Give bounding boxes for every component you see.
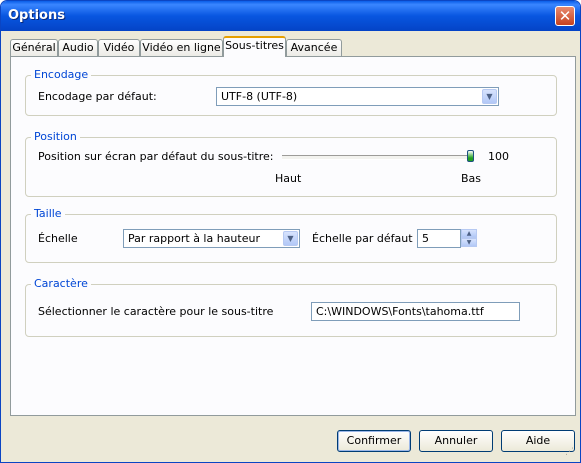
chevron-down-icon[interactable]: ▼: [283, 231, 298, 246]
position-max-label: Bas: [461, 172, 482, 185]
close-button[interactable]: ✕: [555, 6, 575, 26]
encodage-select-value: UTF-8 (UTF-8): [221, 90, 298, 103]
chevron-down-icon[interactable]: ▼: [482, 89, 497, 104]
tab-video-en-ligne[interactable]: Vidéo en ligne: [140, 39, 223, 56]
echelle-defaut-spinner[interactable]: ▲ ▼: [461, 229, 477, 248]
spin-up-icon[interactable]: ▲: [461, 229, 477, 238]
tab-panel-sous-titres: Encodage Encodage par défaut: UTF-8 (UTF…: [10, 56, 576, 416]
echelle-select-value: Par rapport à la hauteur: [128, 232, 260, 245]
confirmer-button[interactable]: Confirmer: [337, 430, 411, 452]
group-taille: Taille Échelle Par rapport à la hauteur …: [25, 207, 557, 263]
echelle-defaut-input[interactable]: 5: [417, 229, 461, 248]
resize-grip-icon[interactable]: ⋰: [565, 447, 575, 457]
position-slider-track[interactable]: [282, 155, 474, 160]
close-icon: ✕: [558, 7, 572, 25]
group-caractere-legend: Caractère: [31, 277, 91, 290]
group-encodage-legend: Encodage: [31, 68, 92, 81]
position-slider-thumb[interactable]: [467, 150, 474, 162]
group-position: Position Position sur écran par défaut d…: [25, 130, 557, 197]
title-bar[interactable]: Options ✕: [1, 1, 580, 31]
group-caractere: Caractère Sélectionner le caractère pour…: [25, 277, 557, 337]
group-taille-legend: Taille: [31, 207, 65, 220]
echelle-label: Échelle: [38, 232, 78, 245]
annuler-button[interactable]: Annuler: [419, 430, 493, 452]
group-encodage: Encodage Encodage par défaut: UTF-8 (UTF…: [25, 68, 557, 116]
tab-avancee[interactable]: Avancée: [286, 39, 342, 56]
position-label: Position sur écran par défaut du sous-ti…: [38, 150, 274, 163]
caractere-font-path-input[interactable]: C:\WINDOWS\Fonts\tahoma.ttf: [311, 302, 520, 321]
caractere-label: Sélectionner le caractère pour le sous-t…: [38, 305, 274, 318]
encodage-select[interactable]: UTF-8 (UTF-8) ▼: [216, 87, 499, 106]
echelle-select[interactable]: Par rapport à la hauteur ▼: [123, 229, 300, 248]
window-title: Options: [8, 8, 65, 23]
tab-audio[interactable]: Audio: [58, 39, 98, 56]
encodage-label: Encodage par défaut:: [38, 90, 157, 103]
echelle-defaut-label: Échelle par défaut: [312, 232, 413, 245]
position-value: 100: [488, 150, 509, 163]
options-dialog: Options ✕ Général Audio Vidéo Vidéo en l…: [0, 0, 581, 463]
aide-button[interactable]: Aide: [501, 430, 575, 452]
tab-sous-titres[interactable]: Sous-titres: [223, 36, 286, 57]
position-min-label: Haut: [275, 172, 302, 185]
group-position-legend: Position: [31, 130, 80, 143]
tab-video[interactable]: Vidéo: [98, 39, 140, 56]
spin-down-icon[interactable]: ▼: [461, 238, 477, 247]
tab-general[interactable]: Général: [10, 39, 58, 56]
dialog-client-area: Général Audio Vidéo Vidéo en ligne Sous-…: [4, 31, 577, 459]
